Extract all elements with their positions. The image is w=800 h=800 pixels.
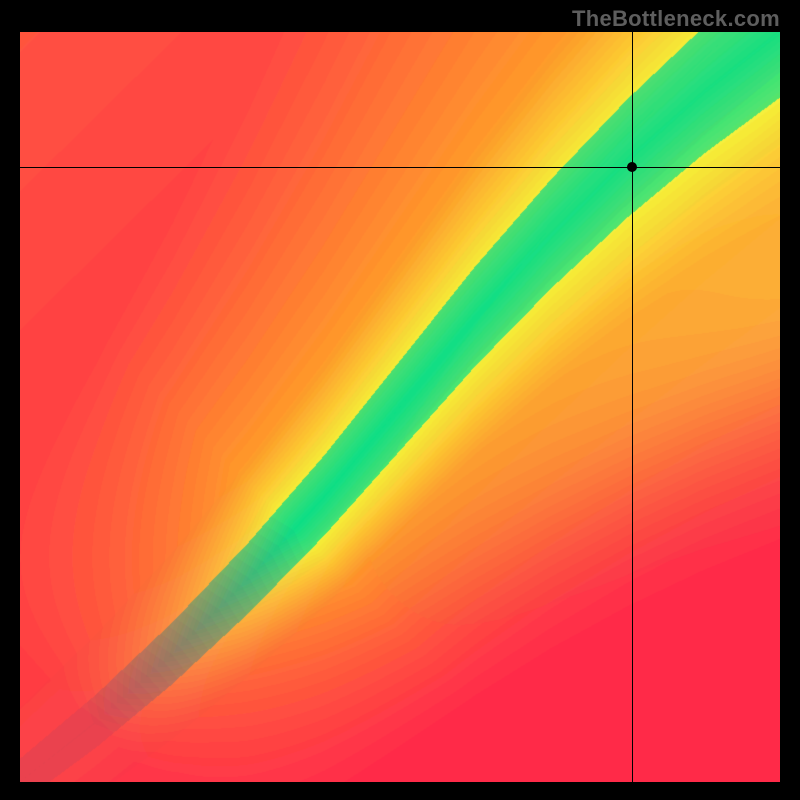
watermark-text: TheBottleneck.com bbox=[572, 6, 780, 32]
intersection-marker bbox=[627, 162, 637, 172]
crosshair-horizontal bbox=[20, 167, 780, 168]
plot-area bbox=[20, 32, 780, 782]
chart-container: TheBottleneck.com bbox=[0, 0, 800, 800]
heatmap-canvas bbox=[20, 32, 780, 782]
crosshair-vertical bbox=[632, 32, 633, 782]
